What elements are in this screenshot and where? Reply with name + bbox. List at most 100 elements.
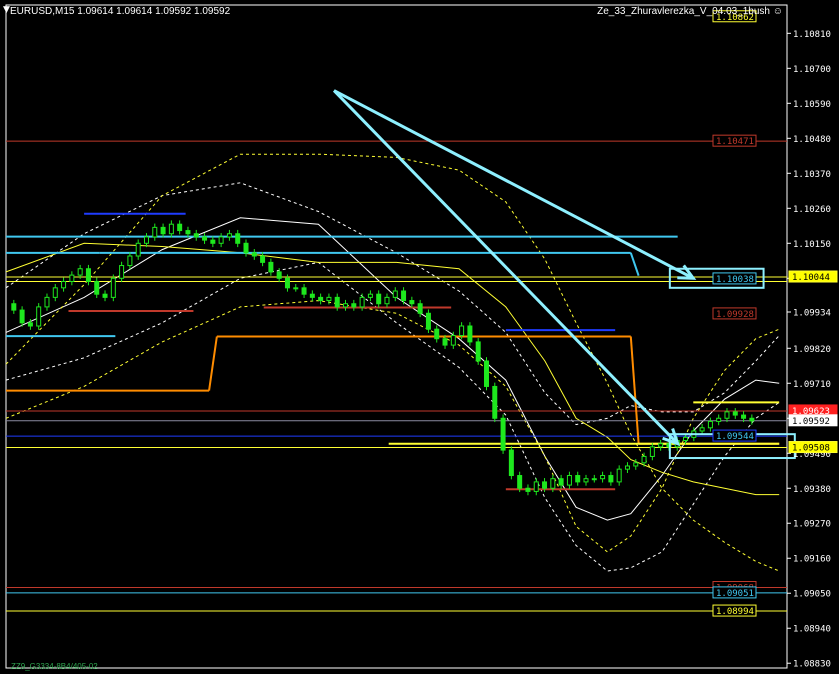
candle-body <box>517 475 523 489</box>
candle-body <box>226 233 232 238</box>
candle <box>566 471 572 489</box>
candle-body <box>467 325 473 343</box>
candle-body <box>19 309 25 324</box>
candle <box>210 236 216 248</box>
bands-layer <box>5 153 780 572</box>
candle <box>658 439 664 451</box>
axis-tick-label: 1.10480 <box>793 135 831 145</box>
candle-body <box>260 255 266 263</box>
candle <box>260 252 266 267</box>
candle-body <box>69 274 75 282</box>
candle-body <box>683 436 689 442</box>
candle-body <box>268 261 274 273</box>
candle-body <box>409 300 415 305</box>
candle-body <box>392 290 398 298</box>
candle-body <box>633 462 639 467</box>
candle-body <box>566 475 572 486</box>
candle <box>475 338 481 365</box>
candle-body <box>600 475 606 480</box>
price-tag-4: 1.09928 <box>712 307 757 320</box>
header-dropdown-arrow-icon[interactable]: ▼ <box>3 5 10 15</box>
candle <box>11 299 17 314</box>
candle <box>525 484 531 496</box>
candle <box>434 325 440 343</box>
horizontal-lines-layer <box>6 140 787 612</box>
indicator-header: Ze_33_Zhuravlerezka_V_04.03_1bush ☺ <box>597 6 783 17</box>
candle-body <box>699 427 705 432</box>
candle <box>318 293 324 305</box>
candle <box>251 249 257 260</box>
candle-body <box>732 411 738 416</box>
candle <box>624 462 630 473</box>
price-tag-label: 1.08994 <box>716 607 754 617</box>
trend-arrow-1[interactable] <box>332 89 681 447</box>
candle-body <box>749 417 755 422</box>
price-tag-label: 1.10471 <box>716 137 754 147</box>
axis-tick-label: 1.09270 <box>793 520 831 530</box>
candle-body <box>218 236 224 244</box>
candle-body <box>459 325 465 337</box>
band-curve-4 <box>5 300 780 553</box>
price-tag-1: 1.10471 <box>712 134 757 147</box>
candle-body <box>417 303 423 314</box>
price-tag-label: 1.09051 <box>716 589 754 599</box>
candle-body <box>276 271 282 279</box>
band-curve-1 <box>5 182 780 426</box>
candle <box>226 229 232 241</box>
price-tag-11: 1.08994 <box>712 604 757 617</box>
price-axis[interactable]: 1.10810 1.10700 1.10590 1.10480 1.10370 1.102… <box>787 30 831 670</box>
arrows-layer[interactable] <box>332 89 697 447</box>
candle-body <box>343 303 349 308</box>
candle <box>309 290 315 302</box>
candle <box>110 274 116 302</box>
candle-body <box>44 296 50 308</box>
candle-body <box>724 411 730 419</box>
candle-body <box>525 487 531 492</box>
candle <box>467 322 473 346</box>
candle <box>44 293 50 311</box>
level-segment-8 <box>208 336 218 391</box>
price-tag-2: 1.10038 <box>712 272 757 285</box>
price-tag-3: 1.10044 <box>788 270 838 283</box>
axis-tick-label: 1.09820 <box>793 345 831 355</box>
candle-body <box>127 255 133 267</box>
candle <box>177 220 183 235</box>
candle-body <box>351 303 357 308</box>
candle-body <box>442 338 448 346</box>
candle <box>193 229 199 241</box>
candle-body <box>450 335 456 346</box>
candle <box>102 290 108 302</box>
candle <box>19 306 25 327</box>
axis-tick-label: 1.10810 <box>793 30 831 40</box>
candle <box>52 284 58 302</box>
candle-body <box>85 268 91 282</box>
candle-body <box>143 236 149 244</box>
candle <box>724 408 730 423</box>
band-curve-3 <box>5 153 780 572</box>
axis-tick-label: 1.10700 <box>793 65 831 75</box>
trend-arrow-0[interactable] <box>333 89 697 280</box>
candle <box>69 271 75 286</box>
candle-body <box>27 322 33 327</box>
candle-body <box>177 223 183 232</box>
candle-body <box>160 226 166 235</box>
band-curve-2 <box>5 261 780 572</box>
candle <box>301 284 307 299</box>
level-segment-10 <box>629 336 640 444</box>
candle <box>143 233 149 248</box>
candle-body <box>168 223 174 235</box>
candle-body <box>11 303 17 311</box>
candle <box>152 223 158 241</box>
arrow-shaft <box>333 89 694 280</box>
candle <box>425 309 431 334</box>
price-tag-label: 1.09592 <box>792 417 830 427</box>
price-chart[interactable]: 1.10810 1.10700 1.10590 1.10480 1.10370 1.102… <box>0 0 839 674</box>
candle-body <box>384 296 390 305</box>
candle <box>202 233 208 244</box>
candle <box>268 258 274 276</box>
level-segment-3 <box>629 252 640 277</box>
smiley-icon: ☺ <box>772 6 783 17</box>
candle-body <box>483 360 489 387</box>
candle <box>61 277 67 292</box>
candle <box>558 474 564 489</box>
